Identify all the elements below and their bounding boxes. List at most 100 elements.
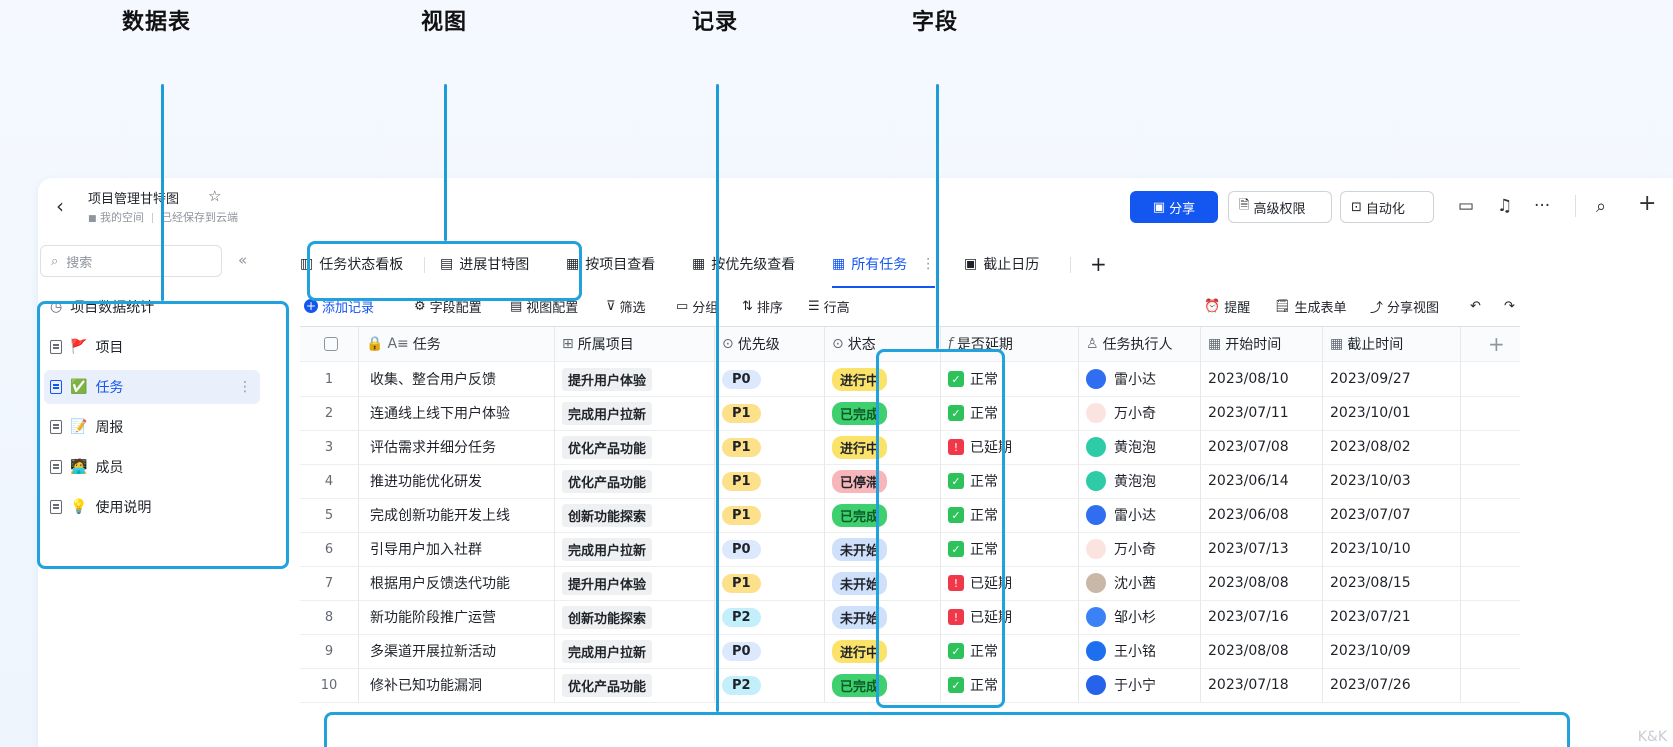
cell-end-date[interactable]: 2023/07/26 <box>1322 668 1460 702</box>
cell-start-date[interactable]: 2023/06/08 <box>1200 498 1322 532</box>
share-button[interactable]: ▣ 分享 <box>1130 191 1218 223</box>
advanced-permissions-button[interactable]: 🗎 高级权限 <box>1228 191 1332 223</box>
cell-project[interactable]: 创新功能探索 <box>554 498 714 532</box>
cell-task[interactable]: 引导用户加入社群 <box>358 532 554 566</box>
tab-deadline-calendar[interactable]: ▣ 截止日历 <box>964 244 1039 284</box>
cell-priority[interactable]: P0 <box>714 532 824 566</box>
cell-start-date[interactable]: 2023/07/16 <box>1200 600 1322 634</box>
cell-priority[interactable]: P1 <box>714 498 824 532</box>
automation-button[interactable]: ⊡ 自动化 <box>1340 191 1434 223</box>
cell-project[interactable]: 完成用户拉新 <box>554 532 714 566</box>
cell-assignee[interactable]: 万小奇 <box>1078 532 1200 566</box>
breadcrumb-space[interactable]: 我的空间 <box>100 211 144 224</box>
cell-priority[interactable]: P0 <box>714 362 824 396</box>
back-icon[interactable]: ‹ <box>56 194 64 218</box>
cell-assignee[interactable]: 万小奇 <box>1078 396 1200 430</box>
row-number[interactable]: 5 <box>300 498 358 532</box>
cell-priority[interactable]: P1 <box>714 566 824 600</box>
sidebar-search-input[interactable]: ⌕ 搜索 <box>40 245 222 277</box>
select-all-checkbox[interactable] <box>316 327 346 361</box>
sort-button[interactable]: ⇅ 排序 <box>742 292 783 320</box>
cell-assignee[interactable]: 沈小茜 <box>1078 566 1200 600</box>
cell-start-date[interactable]: 2023/06/14 <box>1200 464 1322 498</box>
cell-assignee[interactable]: 雷小达 <box>1078 498 1200 532</box>
row-number[interactable]: 9 <box>300 634 358 668</box>
row-number[interactable]: 2 <box>300 396 358 430</box>
column-header-priority[interactable]: ⊙ 优先级 <box>714 327 824 361</box>
row-number[interactable]: 6 <box>300 532 358 566</box>
more-icon[interactable]: ··· <box>1534 196 1550 216</box>
cell-task[interactable]: 连通线上线下用户体验 <box>358 396 554 430</box>
tab-all-tasks[interactable]: ▦ 所有任务 ⋮ <box>832 244 936 288</box>
add-icon[interactable]: + <box>1638 191 1656 216</box>
row-number[interactable]: 1 <box>300 362 358 396</box>
cell-end-date[interactable]: 2023/08/15 <box>1322 566 1460 600</box>
cell-assignee[interactable]: 黄泡泡 <box>1078 430 1200 464</box>
add-view-button[interactable]: + <box>1090 244 1107 284</box>
star-icon[interactable]: ☆ <box>208 187 221 205</box>
cell-project[interactable]: 优化产品功能 <box>554 464 714 498</box>
cell-end-date[interactable]: 2023/07/21 <box>1322 600 1460 634</box>
cell-task[interactable]: 多渠道开展拉新活动 <box>358 634 554 668</box>
column-header-project[interactable]: ⊞ 所属项目 <box>554 327 714 361</box>
add-column-button[interactable]: + <box>1480 327 1520 361</box>
cell-start-date[interactable]: 2023/07/18 <box>1200 668 1322 702</box>
cell-task[interactable]: 完成创新功能开发上线 <box>358 498 554 532</box>
cell-project[interactable]: 创新功能探索 <box>554 600 714 634</box>
column-header-start[interactable]: ▦ 开始时间 <box>1200 327 1322 361</box>
cell-start-date[interactable]: 2023/08/10 <box>1200 362 1322 396</box>
cell-task[interactable]: 根据用户反馈迭代功能 <box>358 566 554 600</box>
cell-priority[interactable]: P2 <box>714 600 824 634</box>
cell-end-date[interactable]: 2023/10/01 <box>1322 396 1460 430</box>
filter-button[interactable]: ⊽ 筛选 <box>606 292 646 320</box>
collapse-sidebar-icon[interactable]: « <box>238 251 247 269</box>
cell-start-date[interactable]: 2023/08/08 <box>1200 566 1322 600</box>
cell-task[interactable]: 评估需求并细分任务 <box>358 430 554 464</box>
cell-assignee[interactable]: 黄泡泡 <box>1078 464 1200 498</box>
row-number[interactable]: 10 <box>300 668 358 702</box>
tab-by-priority[interactable]: ▦ 按优先级查看 <box>692 244 795 284</box>
cell-project[interactable]: 完成用户拉新 <box>554 396 714 430</box>
cell-assignee[interactable]: 邹小杉 <box>1078 600 1200 634</box>
cell-priority[interactable]: P1 <box>714 396 824 430</box>
presentation-icon[interactable]: ▭ <box>1458 196 1474 216</box>
row-height-button[interactable]: ☰ 行高 <box>808 292 850 320</box>
generate-form-button[interactable]: 🗒 生成表单 <box>1274 292 1347 320</box>
cell-priority[interactable]: P2 <box>714 668 824 702</box>
row-number[interactable]: 7 <box>300 566 358 600</box>
cell-start-date[interactable]: 2023/07/11 <box>1200 396 1322 430</box>
cell-assignee[interactable]: 于小宁 <box>1078 668 1200 702</box>
cell-priority[interactable]: P1 <box>714 430 824 464</box>
row-number[interactable]: 3 <box>300 430 358 464</box>
column-header-end[interactable]: ▦ 截止时间 <box>1322 327 1460 361</box>
cell-end-date[interactable]: 2023/09/27 <box>1322 362 1460 396</box>
redo-button[interactable]: ↷ <box>1504 292 1515 320</box>
cell-end-date[interactable]: 2023/10/03 <box>1322 464 1460 498</box>
cell-project[interactable]: 提升用户体验 <box>554 362 714 396</box>
cell-end-date[interactable]: 2023/10/09 <box>1322 634 1460 668</box>
row-number[interactable]: 4 <box>300 464 358 498</box>
document-title[interactable]: 项目管理甘特图 <box>88 188 179 207</box>
cell-start-date[interactable]: 2023/07/13 <box>1200 532 1322 566</box>
cell-end-date[interactable]: 2023/08/02 <box>1322 430 1460 464</box>
cell-project[interactable]: 优化产品功能 <box>554 668 714 702</box>
share-view-button[interactable]: ⤴ 分享视图 <box>1370 292 1439 320</box>
reminder-button[interactable]: ⏰ 提醒 <box>1204 292 1250 320</box>
cell-task[interactable]: 新功能阶段推广运营 <box>358 600 554 634</box>
cell-start-date[interactable]: 2023/07/08 <box>1200 430 1322 464</box>
cell-start-date[interactable]: 2023/08/08 <box>1200 634 1322 668</box>
cell-project[interactable]: 完成用户拉新 <box>554 634 714 668</box>
cell-project[interactable]: 提升用户体验 <box>554 566 714 600</box>
cell-task[interactable]: 收集、整合用户反馈 <box>358 362 554 396</box>
tab-more-icon[interactable]: ⋮ <box>921 256 935 272</box>
column-header-assignee[interactable]: ♙ 任务执行人 <box>1078 327 1200 361</box>
cell-end-date[interactable]: 2023/10/10 <box>1322 532 1460 566</box>
cell-task[interactable]: 修补已知功能漏洞 <box>358 668 554 702</box>
undo-button[interactable]: ↶ <box>1470 292 1481 320</box>
cell-project[interactable]: 优化产品功能 <box>554 430 714 464</box>
cell-task[interactable]: 推进功能优化研发 <box>358 464 554 498</box>
row-number[interactable]: 8 <box>300 600 358 634</box>
cell-assignee[interactable]: 雷小达 <box>1078 362 1200 396</box>
cell-priority[interactable]: P0 <box>714 634 824 668</box>
cell-priority[interactable]: P1 <box>714 464 824 498</box>
